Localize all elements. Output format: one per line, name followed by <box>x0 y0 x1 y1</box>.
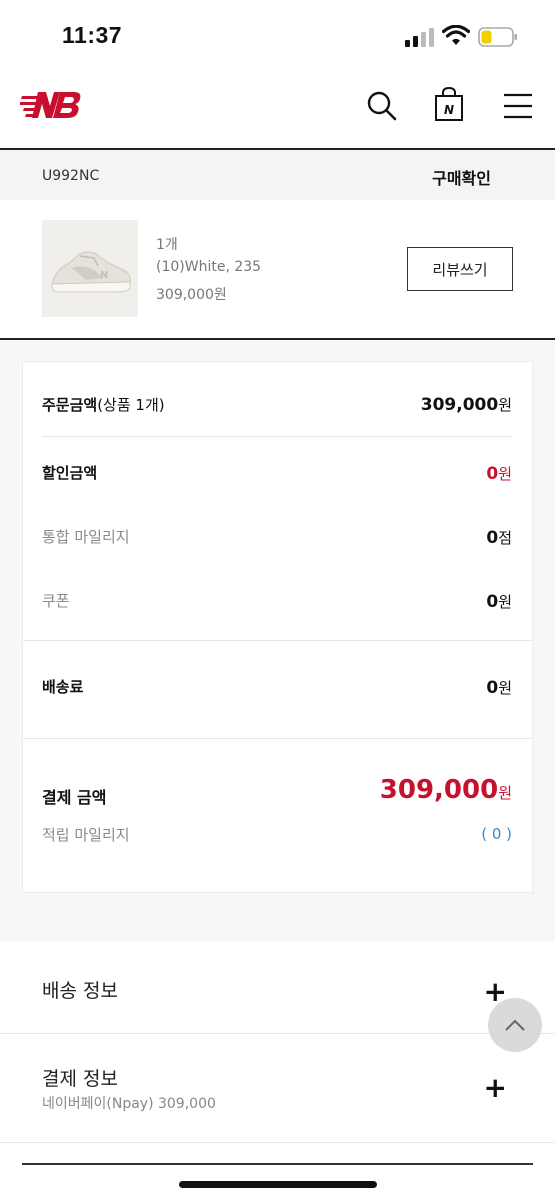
total-payment-value: 309,000원 <box>380 775 512 805</box>
payment-summary-section: 주문금액(상품 1개) 309,000원 할인금액 0원 통합 마일리지 0점 … <box>0 340 555 942</box>
total-payment-label: 결제 금액 <box>42 788 107 807</box>
earned-mileage-value: ( 0 ) <box>481 825 512 843</box>
payment-info-accordion[interactable]: 결제 정보 네이버페이(Npay) 309,000 + <box>0 1034 555 1142</box>
product-option: (10)White, 235 <box>156 259 262 275</box>
svg-text:N: N <box>100 270 108 281</box>
cellular-signal-icon <box>405 28 434 47</box>
summary-divider <box>23 640 532 641</box>
order-amount-label-text: 주문금액 <box>42 396 98 414</box>
payment-summary-card: 주문금액(상품 1개) 309,000원 할인금액 0원 통합 마일리지 0점 … <box>22 361 533 893</box>
coupon-label: 쿠폰 <box>42 592 70 610</box>
discount-number: 0 <box>486 464 499 484</box>
summary-divider <box>23 738 532 739</box>
total-payment-number: 309,000 <box>379 775 499 805</box>
won-unit: 원 <box>498 396 512 414</box>
discount-value: 0원 <box>486 463 512 484</box>
won-unit: 원 <box>498 679 512 697</box>
order-header-bar: U992NC 구매확인 <box>0 150 555 200</box>
expand-plus-icon[interactable]: + <box>484 1074 507 1102</box>
summary-divider <box>42 436 513 437</box>
scroll-to-top-button[interactable] <box>488 998 542 1052</box>
product-price: 309,000원 <box>156 287 227 303</box>
status-time: 11:37 <box>62 22 123 48</box>
wifi-icon <box>442 25 470 45</box>
shopping-bag-icon[interactable]: N <box>434 86 464 122</box>
payment-info-title: 결제 정보 <box>42 1068 118 1090</box>
order-status: 구매확인 <box>432 169 491 188</box>
coupon-number: 0 <box>486 592 499 612</box>
won-unit: 원 <box>498 784 512 802</box>
new-balance-logo-icon[interactable] <box>20 88 84 122</box>
battery-icon <box>478 27 517 47</box>
accordion-divider <box>0 1142 555 1143</box>
chevron-up-icon <box>505 1019 525 1031</box>
mileage-number: 0 <box>486 528 499 548</box>
shipping-info-title: 배송 정보 <box>42 980 118 1002</box>
order-product-code: U992NC <box>42 168 100 184</box>
order-amount-count: (상품 1개) <box>97 396 165 414</box>
svg-text:N: N <box>444 103 454 117</box>
site-header: N <box>0 70 555 148</box>
order-product-item: N 1개 (10)White, 235 309,000원 리뷰쓰기 <box>0 200 555 338</box>
shipping-info-accordion[interactable]: 배송 정보 + <box>0 942 555 1033</box>
shipping-fee-number: 0 <box>486 678 499 698</box>
status-bar: 11:37 <box>0 0 555 70</box>
earned-mileage-label: 적립 마일리지 <box>42 826 130 844</box>
payment-method: 네이버페이(Npay) 309,000 <box>42 1096 216 1112</box>
mileage-label: 통합 마일리지 <box>42 528 130 546</box>
home-indicator[interactable] <box>179 1181 377 1188</box>
sneaker-image-icon: N <box>42 220 138 317</box>
coupon-value: 0원 <box>486 591 512 612</box>
order-amount-value: 309,000원 <box>421 394 512 415</box>
discount-label: 할인금액 <box>42 464 98 482</box>
order-amount-number: 309,000 <box>420 395 499 415</box>
hamburger-menu-icon[interactable] <box>502 92 534 120</box>
write-review-button[interactable]: 리뷰쓰기 <box>407 247 513 291</box>
won-unit: 원 <box>498 465 512 483</box>
search-icon[interactable] <box>366 90 398 122</box>
shipping-fee-value: 0원 <box>486 677 512 698</box>
won-unit: 원 <box>498 593 512 611</box>
mileage-value: 0점 <box>486 527 512 548</box>
bottom-divider <box>22 1163 533 1165</box>
points-unit: 점 <box>498 529 512 547</box>
order-amount-label: 주문금액(상품 1개) <box>42 394 165 415</box>
shipping-fee-label: 배송료 <box>42 678 84 696</box>
product-thumbnail[interactable]: N <box>42 220 138 317</box>
product-quantity: 1개 <box>156 237 178 253</box>
